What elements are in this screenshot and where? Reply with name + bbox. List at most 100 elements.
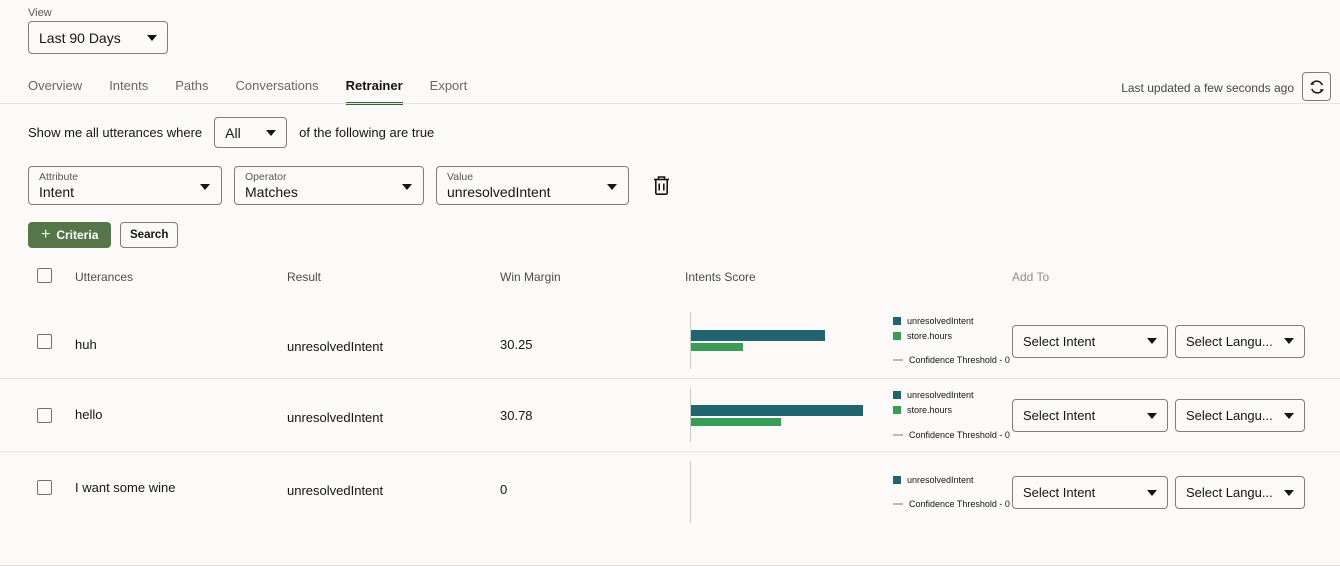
chevron-down-icon (1147, 413, 1157, 419)
col-header-add-to: Add To (1012, 270, 1049, 284)
legend-item: store.hours (893, 404, 1010, 416)
table-row: I want some wine unresolvedIntent 0 unre… (0, 452, 1340, 532)
row-checkbox[interactable] (37, 480, 52, 495)
legend-swatch (893, 476, 901, 484)
result-cell: unresolvedIntent (287, 339, 383, 354)
bar-unresolvedintent (691, 330, 825, 341)
col-header-intents-score: Intents Score (685, 270, 756, 284)
filter-prefix-text: Show me all utterances where (28, 125, 202, 140)
select-intent-value: Select Intent (1023, 408, 1095, 423)
match-type-select[interactable]: All (214, 117, 287, 148)
select-all-checkbox[interactable] (37, 268, 52, 283)
legend-swatch (893, 503, 903, 505)
chevron-down-icon (1284, 338, 1294, 344)
select-language-dropdown[interactable]: Select Langu... (1175, 399, 1305, 432)
tab-paths[interactable]: Paths (175, 78, 208, 105)
legend-swatch (893, 317, 901, 325)
bar-store-hours (691, 418, 781, 426)
legend-item-threshold: Confidence Threshold - 0 (893, 429, 1010, 441)
add-criteria-label: Criteria (56, 228, 98, 242)
result-cell: unresolvedIntent (287, 483, 383, 498)
delete-criteria-button[interactable] (651, 174, 672, 197)
legend-swatch (893, 332, 901, 340)
tab-export[interactable]: Export (430, 78, 468, 105)
value-select[interactable]: Value unresolvedIntent (436, 166, 629, 205)
chevron-down-icon (1147, 490, 1157, 496)
chevron-down-icon (147, 35, 157, 41)
legend-label: unresolvedIntent (907, 390, 974, 400)
tab-bar: Overview Intents Paths Conversations Ret… (28, 78, 467, 105)
refresh-icon (1309, 79, 1325, 95)
intents-score-chart (691, 379, 863, 451)
win-margin-cell: 30.78 (500, 408, 533, 423)
legend-label: unresolvedIntent (907, 475, 974, 485)
legend-label: Confidence Threshold - 0 (909, 499, 1010, 509)
tab-retrainer[interactable]: Retrainer (346, 78, 403, 105)
table-row: hello unresolvedIntent 30.78 unresolvedI… (0, 379, 1340, 452)
table-row: huh unresolvedIntent 30.25 unresolvedInt… (0, 303, 1340, 379)
row-checkbox[interactable] (37, 334, 52, 349)
legend-item-threshold: Confidence Threshold - 0 (893, 354, 1010, 366)
filter-sentence: Show me all utterances where All of the … (28, 117, 434, 148)
value-label: Value (447, 171, 598, 183)
table-header: Utterances Result Win Margin Intents Sco… (0, 263, 1340, 303)
search-label: Search (130, 229, 168, 241)
result-cell: unresolvedIntent (287, 410, 383, 425)
operator-select[interactable]: Operator Matches (234, 166, 424, 205)
utterance-cell: I want some wine (75, 480, 175, 495)
chevron-down-icon (1147, 338, 1157, 344)
chevron-down-icon (266, 130, 276, 136)
value-value: unresolvedIntent (447, 183, 598, 201)
col-header-utterances: Utterances (75, 270, 133, 284)
view-select-value: Last 90 Days (39, 30, 121, 46)
legend-item: unresolvedIntent (893, 474, 1010, 486)
legend-item-threshold: Confidence Threshold - 0 (893, 498, 1010, 510)
select-language-dropdown[interactable]: Select Langu... (1175, 325, 1305, 358)
legend-swatch (893, 406, 901, 414)
refresh-button[interactable] (1302, 72, 1331, 101)
intents-score-chart (691, 303, 825, 378)
row-checkbox[interactable] (37, 408, 52, 423)
select-language-value: Select Langu... (1186, 485, 1273, 500)
operator-label: Operator (245, 171, 393, 183)
plus-icon: + (41, 227, 50, 243)
operator-value: Matches (245, 183, 393, 201)
last-updated-text: Last updated a few seconds ago (1121, 81, 1294, 95)
view-select[interactable]: Last 90 Days (28, 21, 168, 54)
select-intent-dropdown[interactable]: Select Intent (1012, 476, 1168, 509)
attribute-select[interactable]: Attribute Intent (28, 166, 222, 205)
legend-swatch (893, 391, 901, 399)
chart-legend: unresolvedIntent Confidence Threshold - … (893, 452, 1010, 532)
view-label: View (28, 7, 52, 19)
win-margin-cell: 0 (500, 482, 507, 497)
criteria-row: Attribute Intent Operator Matches Value … (28, 166, 672, 205)
chevron-down-icon (1284, 490, 1294, 496)
select-intent-value: Select Intent (1023, 334, 1095, 349)
select-intent-value: Select Intent (1023, 485, 1095, 500)
chevron-down-icon (200, 184, 210, 190)
tab-overview[interactable]: Overview (28, 78, 82, 105)
tab-conversations[interactable]: Conversations (235, 78, 318, 105)
search-button[interactable]: Search (120, 222, 178, 248)
select-intent-dropdown[interactable]: Select Intent (1012, 325, 1168, 358)
select-language-dropdown[interactable]: Select Langu... (1175, 476, 1305, 509)
select-language-value: Select Langu... (1186, 334, 1273, 349)
legend-label: Confidence Threshold - 0 (909, 355, 1010, 365)
col-header-win-margin: Win Margin (500, 270, 561, 284)
attribute-label: Attribute (39, 171, 191, 183)
tabbar-divider (0, 103, 1340, 104)
match-type-value: All (225, 125, 241, 141)
win-margin-cell: 30.25 (500, 337, 533, 352)
attribute-value: Intent (39, 183, 191, 201)
legend-label: unresolvedIntent (907, 316, 974, 326)
add-criteria-button[interactable]: + Criteria (28, 222, 111, 248)
chart-legend: unresolvedIntent store.hours Confidence … (893, 303, 1010, 378)
bar-unresolvedintent (691, 405, 863, 416)
legend-item: store.hours (893, 330, 1010, 342)
filter-suffix-text: of the following are true (299, 125, 434, 140)
legend-item: unresolvedIntent (893, 315, 1010, 327)
tab-intents[interactable]: Intents (109, 78, 148, 105)
trash-icon (651, 174, 672, 197)
legend-swatch (893, 359, 903, 361)
select-intent-dropdown[interactable]: Select Intent (1012, 399, 1168, 432)
